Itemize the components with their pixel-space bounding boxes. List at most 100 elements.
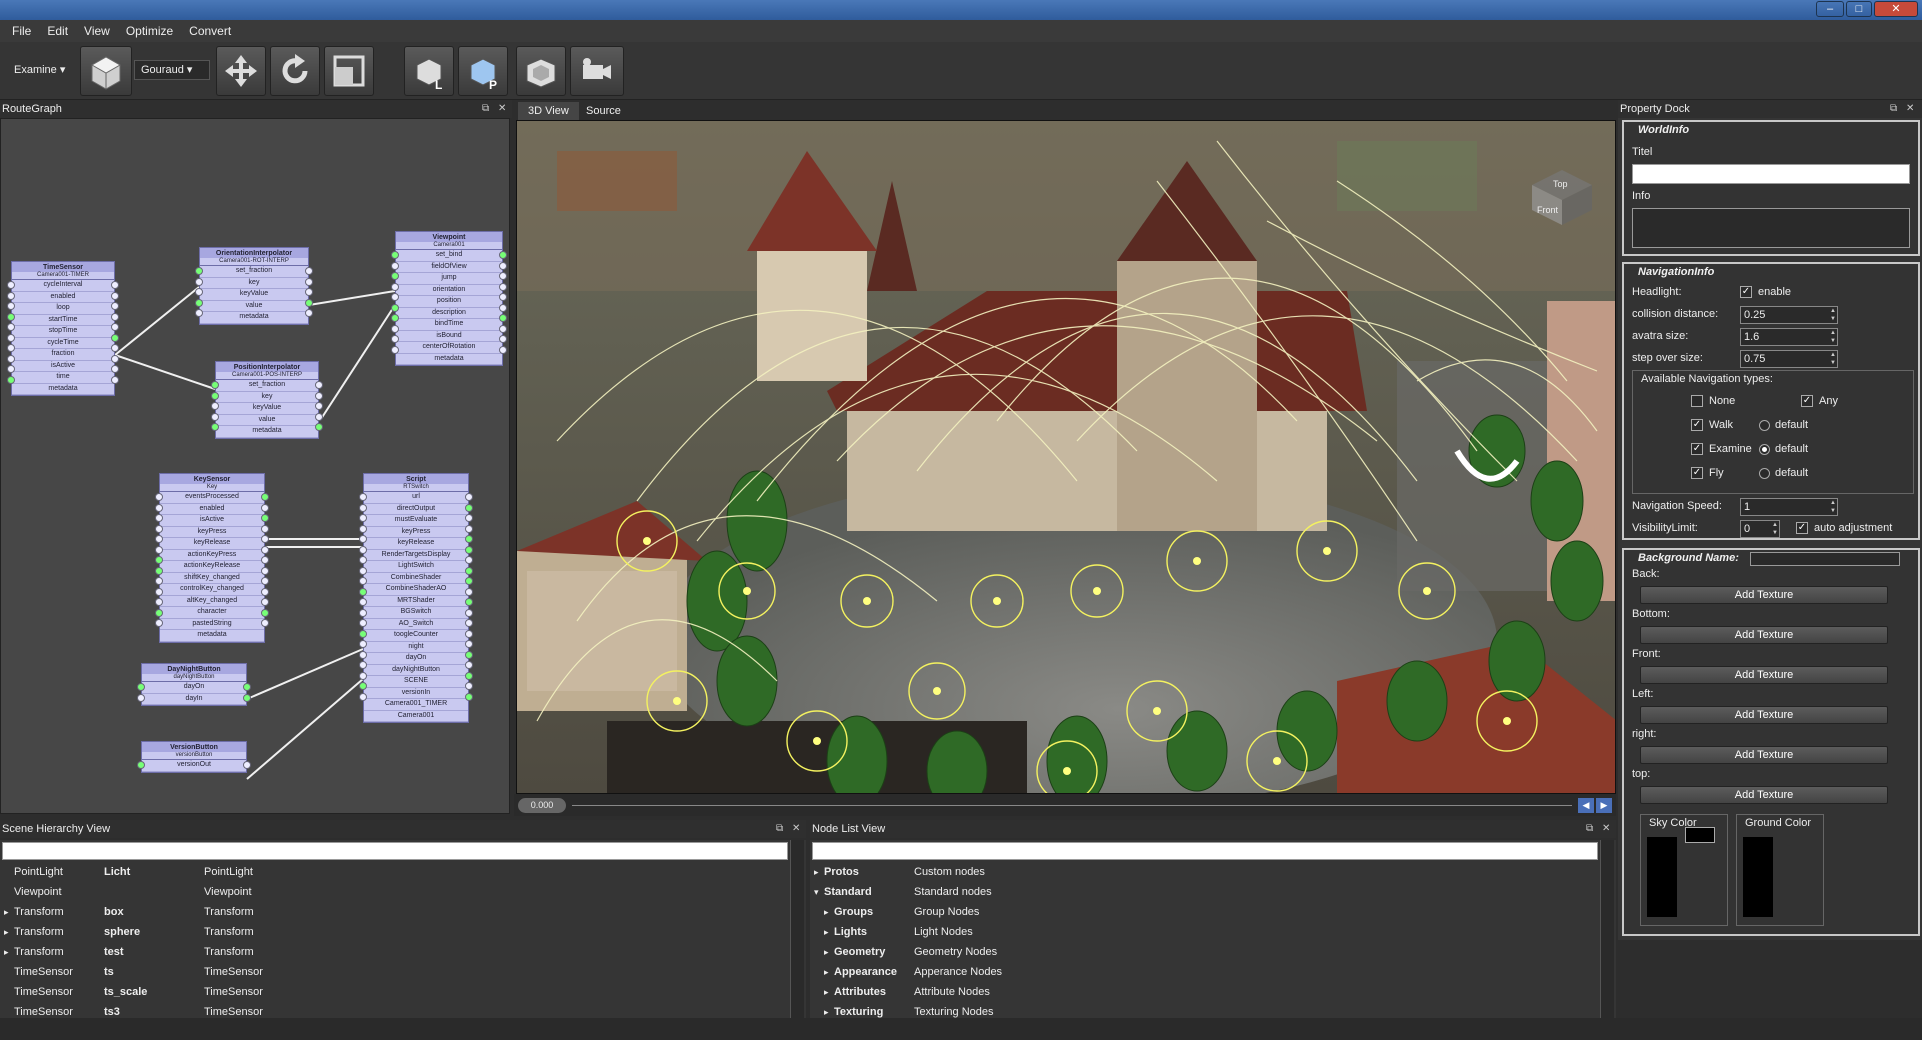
route-pin[interactable] [391,251,399,259]
route-pin[interactable] [359,672,367,680]
menu-convert[interactable]: Convert [181,20,239,42]
route-pin[interactable] [499,272,507,280]
route-pin[interactable] [7,365,15,373]
route-pin[interactable] [499,346,507,354]
expand-arrow-icon[interactable]: ▸ [814,862,819,882]
collision-input[interactable]: 0.25 [1740,306,1838,324]
scene-row[interactable]: ▸ Transform sphere Transform [0,922,786,942]
route-pin[interactable] [315,381,323,389]
route-pin[interactable] [137,761,145,769]
route-pin[interactable] [391,325,399,333]
expand-arrow-icon[interactable]: ▸ [824,1002,829,1018]
route-pin[interactable] [315,402,323,410]
route-pin[interactable] [391,283,399,291]
route-node-timesensor[interactable]: TimeSensor Camera001-TIMER cycleInterval en… [11,261,115,396]
titel-input[interactable] [1632,164,1910,184]
route-pin[interactable] [305,278,313,286]
expand-arrow-icon[interactable]: ▸ [824,942,829,962]
info-input[interactable] [1632,208,1910,248]
route-pin[interactable] [465,493,473,501]
node-list-row[interactable]: ▸ Lights Light Nodes [810,922,1596,942]
route-pin[interactable] [465,577,473,585]
route-pin[interactable] [465,651,473,659]
route-pin[interactable] [305,288,313,296]
route-pin[interactable] [465,672,473,680]
background-name-input[interactable] [1750,552,1900,566]
route-pin[interactable] [243,761,251,769]
node-list-row[interactable]: ▸ Geometry Geometry Nodes [810,942,1596,962]
route-pin[interactable] [391,262,399,270]
route-pin[interactable] [359,535,367,543]
route-node-positioninterpolator[interactable]: PositionInterpolator Camera001-POS-INTERP… [215,361,319,439]
next-frame-button[interactable]: ▶ [1596,798,1612,813]
routegraph-canvas[interactable]: TimeSensor Camera001-TIMER cycleInterval en… [0,118,510,814]
expand-arrow-icon[interactable]: ▸ [4,942,9,962]
route-pin[interactable] [499,293,507,301]
route-pin[interactable] [261,546,269,554]
route-node-daynightbutton[interactable]: DayNightButton dayNightButton dayOn dayIn [141,663,247,706]
walk-default-radio[interactable] [1759,420,1770,431]
route-pin[interactable] [261,588,269,596]
route-pin[interactable] [243,683,251,691]
route-pin[interactable] [111,292,119,300]
route-pin[interactable] [155,546,163,554]
route-pin[interactable] [261,525,269,533]
route-pin[interactable] [211,423,219,431]
route-pin[interactable] [359,661,367,669]
route-pin[interactable] [359,693,367,701]
node-list-row[interactable]: ▸ Groups Group Nodes [810,902,1596,922]
route-pin[interactable] [111,323,119,331]
scene-row[interactable]: TimeSensor ts TimeSensor [0,962,786,982]
route-pin[interactable] [261,504,269,512]
expand-arrow-icon[interactable]: ▸ [824,982,829,1002]
route-pin[interactable] [7,302,15,310]
node-list-row[interactable]: ▸ Protos Custom nodes [810,862,1596,882]
route-pin[interactable] [499,262,507,270]
route-pin[interactable] [359,525,367,533]
route-pin[interactable] [155,514,163,522]
route-pin[interactable] [7,376,15,384]
route-pin[interactable] [137,683,145,691]
minimize-button[interactable]: – [1816,1,1844,17]
scene-row[interactable]: TimeSensor ts3 TimeSensor [0,1002,786,1018]
route-pin[interactable] [315,392,323,400]
node-list-row[interactable]: ▸ Attributes Attribute Nodes [810,982,1596,1002]
expand-arrow-icon[interactable]: ▸ [4,902,9,922]
add-texture-button[interactable]: Add Texture [1640,586,1888,604]
route-pin[interactable] [359,640,367,648]
route-pin[interactable] [465,598,473,606]
route-pin[interactable] [359,514,367,522]
route-pin[interactable] [315,413,323,421]
route-pin[interactable] [211,381,219,389]
route-pin[interactable] [155,567,163,575]
expand-arrow-icon[interactable]: ▾ [814,882,819,902]
route-pin[interactable] [499,251,507,259]
route-pin[interactable] [359,619,367,627]
menu-optimize[interactable]: Optimize [118,20,181,42]
route-pin[interactable] [155,525,163,533]
route-pin[interactable] [465,640,473,648]
route-pin[interactable] [499,335,507,343]
route-pin[interactable] [155,619,163,627]
route-pin[interactable] [359,556,367,564]
route-pin[interactable] [137,694,145,702]
add-texture-button[interactable]: Add Texture [1640,746,1888,764]
float-icon[interactable]: ⧉ [776,820,783,838]
route-pin[interactable] [499,283,507,291]
scale-icon[interactable] [324,46,374,96]
float-icon[interactable]: ⧉ [1586,820,1593,838]
route-pin[interactable] [391,346,399,354]
route-pin[interactable] [261,535,269,543]
route-pin[interactable] [359,546,367,554]
shading-select[interactable]: Gouraud ▾ [134,60,210,80]
route-pin[interactable] [7,281,15,289]
add-texture-button[interactable]: Add Texture [1640,626,1888,644]
node-list[interactable]: ▸ Protos Custom nodes ▾ Standard Standard nod… [810,840,1616,1018]
close-window-button[interactable]: ✕ [1874,1,1918,17]
avatar-input[interactable]: 1.6 [1740,328,1838,346]
route-pin[interactable] [305,267,313,275]
route-pin[interactable] [211,413,219,421]
rotate-icon[interactable] [270,46,320,96]
timeline-track[interactable] [572,805,1572,806]
route-pin[interactable] [195,278,203,286]
